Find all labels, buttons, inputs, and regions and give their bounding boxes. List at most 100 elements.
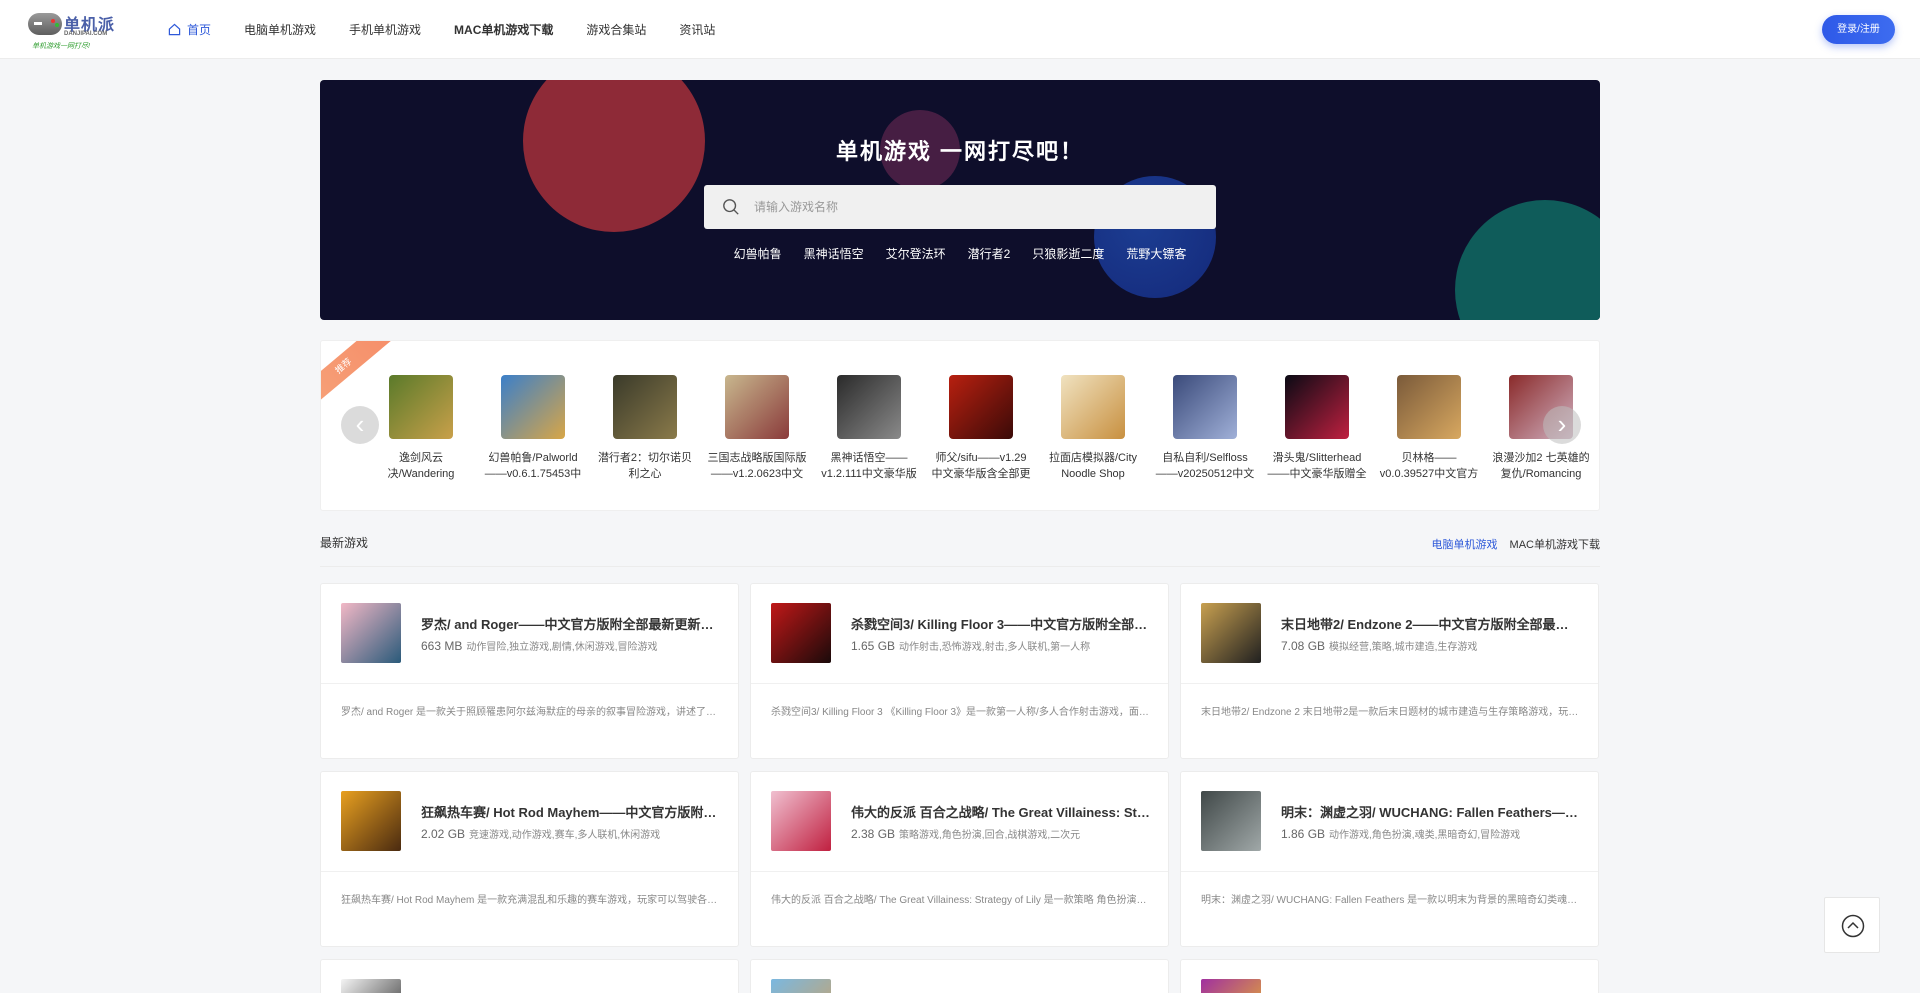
game-card[interactable]: 像素地牢/ 8-Bit Dungeon——中文官方版附全部最新更新赠送原声音乐 <box>1180 959 1599 993</box>
nav-item-5[interactable]: 资讯站 <box>679 21 715 38</box>
file-size: 663 MB <box>421 639 463 653</box>
file-size: 1.86 GB <box>1281 827 1326 841</box>
game-title-link[interactable]: 狂飙热车赛/ Hot Rod Mayhem——中文官方版附全部最新更新赠送原声音… <box>421 802 721 821</box>
carousel-item[interactable]: 拉面店模拟器/City Noodle Shop Simulator <box>1037 375 1149 482</box>
game-card-grid: 罗杰/ and Roger——中文官方版附全部最新更新赠送原声音乐663 MB动… <box>320 583 1600 993</box>
carousel-item[interactable]: 贝林格——v0.0.39527中文官方版 <box>1373 375 1485 482</box>
nav-item-label: 首页 <box>187 23 212 37</box>
gamepad-icon <box>28 13 62 35</box>
carousel-item-title[interactable]: 贝林格——v0.0.39527中文官方版 <box>1379 450 1479 482</box>
game-description: 罗杰/ and Roger 是一款关于照顾罹患阿尔兹海默症的母亲的叙事冒险游戏，… <box>341 707 721 718</box>
game-cover-image[interactable] <box>771 979 831 993</box>
game-cover-image[interactable] <box>949 375 1013 439</box>
carousel-item-title[interactable]: 师父/sifu——v1.29中文豪华版含全部更新 <box>931 450 1031 482</box>
logo-domain: DANJIPAI.COM <box>64 31 108 37</box>
nav-item-3[interactable]: MAC单机游戏下载 <box>454 21 553 38</box>
game-meta: 2.02 GB 竞速游戏,动作游戏,赛车,多人联机,休闲游戏 <box>421 826 660 841</box>
hot-tag[interactable]: 黑神话悟空 <box>804 245 864 262</box>
carousel-prev-button[interactable]: ‹ <box>341 406 379 444</box>
nav-item-0[interactable]: 首页 <box>168 21 211 38</box>
hot-tag[interactable]: 荒野大镖客 <box>1126 245 1186 262</box>
carousel-item[interactable]: 潜行者2：切尔诺贝利之心(S.T.A.L.K.E.R 2 <box>589 375 701 482</box>
file-size: 2.02 GB <box>421 827 466 841</box>
game-cover-image[interactable] <box>341 979 401 993</box>
carousel-item[interactable]: 黑神话悟空——v1.2.111中文豪华版内置所有最新更新 <box>813 375 925 482</box>
game-cover-image[interactable] <box>837 375 901 439</box>
game-card[interactable]: 罗杰/ and Roger——中文官方版附全部最新更新赠送原声音乐 663 MB动… <box>320 583 739 759</box>
game-description: 末日地带2/ Endzone 2 末日地带2是一款后末日题材的城市建造与生存策略… <box>1201 707 1581 718</box>
game-cover-image[interactable] <box>771 791 831 851</box>
carousel-item-title[interactable]: 滑头鬼/Slitterhead——中文豪华版赠全部额外内容 <box>1267 450 1367 482</box>
carousel-item[interactable]: 幻兽帕鲁/Palworld——v0.6.1.75453中文版 <box>477 375 589 482</box>
nav-item-label: 手机单机游戏 <box>349 23 422 37</box>
game-card[interactable]: 海岛大亨/ Tropenpark Simulator——中文官方版附全部最新更新… <box>750 959 1169 993</box>
game-cover-image[interactable] <box>1285 375 1349 439</box>
game-cover-image[interactable] <box>1173 375 1237 439</box>
game-card[interactable]: 杀戮空间3/ Killing Floor 3——中文官方版附全部最新更新赠送原声… <box>750 583 1169 759</box>
game-cover-image[interactable] <box>341 603 401 663</box>
carousel-item-title[interactable]: 三国志战略版国际版——v1.2.0623中文官方正式版 <box>707 450 807 482</box>
section-tab-1[interactable]: MAC单机游戏下载 <box>1510 539 1600 551</box>
carousel-item[interactable]: 三国志战略版国际版——v1.2.0623中文官方正式版 <box>701 375 813 482</box>
carousel-item-title[interactable]: 潜行者2：切尔诺贝利之心(S.T.A.L.K.E.R 2 <box>595 450 695 482</box>
hot-tag[interactable]: 潜行者2 <box>968 245 1011 262</box>
site-logo[interactable]: 单机派 DANJIPAI.COM 单机游戏一网打尽! <box>28 11 118 51</box>
game-cover-image[interactable] <box>1201 791 1261 851</box>
hero-banner: 单机游戏 一网打尽吧！ 幻兽帕鲁 黑神话悟空 艾尔登法环 潜行者2 只狼影逝二度 荒野大镖… <box>320 80 1600 320</box>
section-tab-0[interactable]: 电脑单机游戏 <box>1432 539 1498 551</box>
game-cover-image[interactable] <box>501 375 565 439</box>
file-size: 2.38 GB <box>851 827 896 841</box>
game-card[interactable]: 半条命2/ Half-Life 2——中文官方版附全部最新更新赠送原声音乐 <box>320 959 739 993</box>
carousel-item-title[interactable]: 逸剑风云决/Wandering Sword—— <box>371 450 471 482</box>
hot-tag[interactable]: 幻兽帕鲁 <box>734 245 782 262</box>
arrow-up-circle-icon <box>1841 914 1865 938</box>
game-card[interactable]: 狂飙热车赛/ Hot Rod Mayhem——中文官方版附全部最新更新赠送原声音… <box>320 771 739 947</box>
nav-item-label: 游戏合集站 <box>586 23 647 37</box>
hot-tag[interactable]: 艾尔登法环 <box>886 245 946 262</box>
logo-slogan: 单机游戏一网打尽! <box>32 43 90 50</box>
game-title-link[interactable]: 明末：渊虚之羽/ WUCHANG: Fallen Feathers——中文官方版… <box>1281 802 1581 821</box>
carousel-item[interactable]: 滑头鬼/Slitterhead——中文豪华版赠全部额外内容 <box>1261 375 1373 482</box>
game-cover-image[interactable] <box>771 603 831 663</box>
carousel-item[interactable]: 师父/sifu——v1.29中文豪华版含全部更新 <box>925 375 1037 482</box>
game-cover-image[interactable] <box>389 375 453 439</box>
carousel-next-button[interactable]: › <box>1543 406 1581 444</box>
carousel-item-title[interactable]: 拉面店模拟器/City Noodle Shop Simulator <box>1043 450 1143 482</box>
search-icon[interactable] <box>722 198 740 216</box>
back-to-top-button[interactable] <box>1824 897 1880 953</box>
game-card[interactable]: 末日地带2/ Endzone 2——中文官方版附全部最新更新赠送原声音乐 7.08… <box>1180 583 1599 759</box>
carousel-item-title[interactable]: 自私自利/Selfloss——v20250512中文官方正式版 <box>1155 450 1255 482</box>
game-cover-image[interactable] <box>1397 375 1461 439</box>
game-cover-image[interactable] <box>1061 375 1125 439</box>
game-card[interactable]: 伟大的反派 百合之战略/ The Great Villainess: Strat… <box>750 771 1169 947</box>
game-card[interactable]: 明末：渊虚之羽/ WUCHANG: Fallen Feathers——中文官方版… <box>1180 771 1599 947</box>
game-cover-image[interactable] <box>613 375 677 439</box>
game-title-link[interactable]: 末日地带2/ Endzone 2——中文官方版附全部最新更新赠送原声音乐 <box>1281 614 1581 633</box>
divider <box>751 871 1168 872</box>
game-description: 明末：渊虚之羽/ WUCHANG: Fallen Feathers 是一款以明末… <box>1201 895 1581 906</box>
game-meta: 1.65 GB 动作射击,恐怖游戏,射击,多人联机,第一人称 <box>851 638 1090 653</box>
login-button[interactable]: 登录/注册 <box>1822 15 1895 44</box>
carousel-item[interactable]: 逸剑风云决/Wandering Sword—— <box>365 375 477 482</box>
search-box <box>704 185 1216 229</box>
main-nav: 首页 电脑单机游戏 手机单机游戏 MAC单机游戏下载 游戏合集站 资讯站 <box>168 0 748 59</box>
game-title-link[interactable]: 罗杰/ and Roger——中文官方版附全部最新更新赠送原声音乐 <box>421 614 721 633</box>
carousel-item-title[interactable]: 浪漫沙加2 七英雄的复仇/Romancing <box>1491 450 1591 482</box>
hot-tag[interactable]: 只狼影逝二度 <box>1032 245 1104 262</box>
carousel-item-title[interactable]: 幻兽帕鲁/Palworld——v0.6.1.75453中文版 <box>483 450 583 482</box>
carousel-item[interactable]: 自私自利/Selfloss——v20250512中文官方正式版 <box>1149 375 1261 482</box>
game-cover-image[interactable] <box>1201 603 1261 663</box>
nav-item-2[interactable]: 手机单机游戏 <box>349 21 421 38</box>
game-cover-image[interactable] <box>341 791 401 851</box>
game-meta: 7.08 GB 模拟经营,策略,城市建造,生存游戏 <box>1281 638 1477 653</box>
search-input[interactable] <box>754 185 1194 229</box>
carousel-item-title[interactable]: 黑神话悟空——v1.2.111中文豪华版内置所有最新更新 <box>819 450 919 482</box>
game-cover-image[interactable] <box>1201 979 1261 993</box>
nav-item-4[interactable]: 游戏合集站 <box>586 21 646 38</box>
game-cover-image[interactable] <box>725 375 789 439</box>
game-title-link[interactable]: 杀戮空间3/ Killing Floor 3——中文官方版附全部最新更新赠送原声… <box>851 614 1151 633</box>
nav-item-1[interactable]: 电脑单机游戏 <box>244 21 316 38</box>
game-meta: 2.38 GB 策略游戏,角色扮演,回合,战棋游戏,二次元 <box>851 826 1080 841</box>
game-title-link[interactable]: 伟大的反派 百合之战略/ The Great Villainess: Strat… <box>851 802 1151 821</box>
section-title: 最新游戏 <box>320 536 369 550</box>
